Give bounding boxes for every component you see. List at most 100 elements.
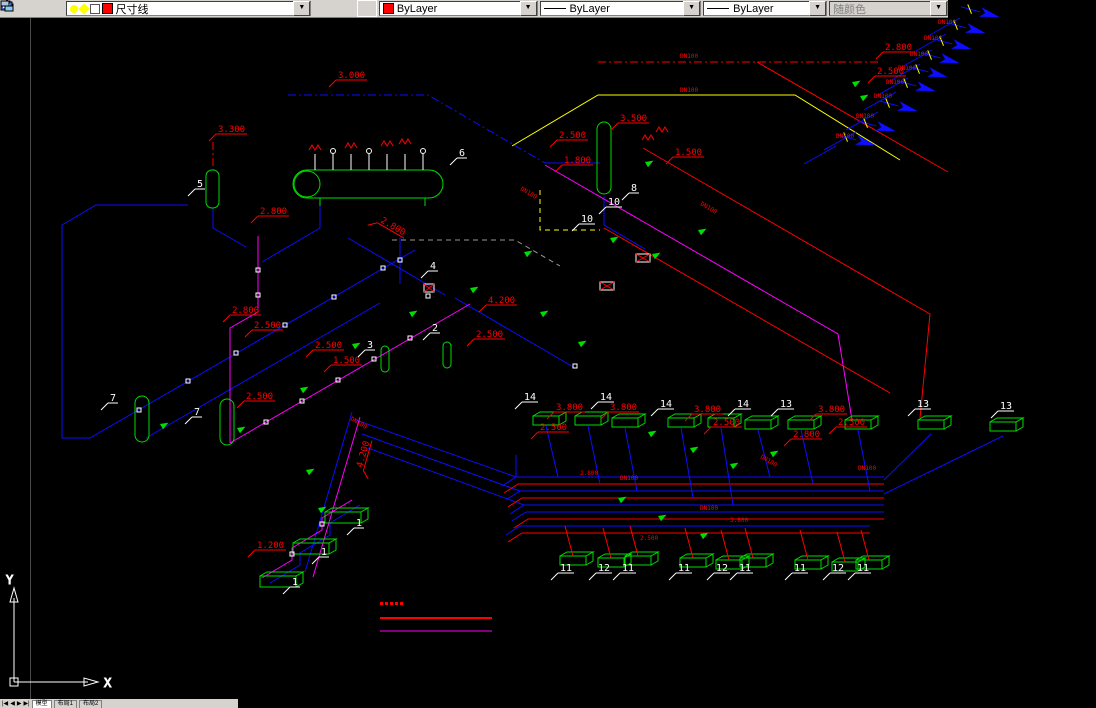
equipment-box [667,413,703,428]
tab-nav-first-icon[interactable]: |◀ [2,700,8,707]
tag-label: DN100 [886,79,904,86]
tag-label: DN100 [924,35,942,42]
callout-label: 12 [706,563,730,581]
elev-label: 2.500 [236,392,275,409]
svg-text:DN100: DN100 [759,454,778,469]
ucs-y-label: Y [6,573,14,587]
drawing-canvas[interactable]: Y X 3.0003.3002.8002.8002.8002.5002.5001… [0,0,1096,708]
svg-text:1: 1 [356,518,362,529]
flow-tick-icon [730,460,740,470]
flow-tick-icon [698,226,708,236]
current-color-swatch [382,3,394,14]
callout-label: 4 [420,261,438,279]
svg-text:12: 12 [598,563,610,574]
callout-label: 11 [729,563,753,581]
callout-label: 1 [311,547,329,565]
svg-text:10: 10 [581,214,593,225]
layer-combo-dropdown-button[interactable]: ▼ [293,1,311,16]
layer-manager-icon[interactable] [0,0,355,17]
elev-label: 1.500 [665,148,704,165]
color-value: ByLayer [396,2,438,15]
equipment-box [917,415,953,430]
hidden-lines-layer [392,239,561,267]
layer-thaw-sun-icon[interactable] [77,2,90,15]
svg-text:14: 14 [660,399,672,410]
callout-label: 3 [357,340,375,358]
callout-label: 14 [727,399,751,417]
layer-control-combo[interactable]: 尺寸线 ▼ [65,1,312,16]
flow-tick-icon [300,384,310,394]
svg-text:DN100: DN100 [700,505,718,512]
svg-text:11: 11 [560,563,572,574]
color-combo-dropdown-button[interactable]: ▼ [519,1,537,16]
plotstyle-combo-dropdown-button: ▼ [930,1,948,16]
svg-text:10: 10 [608,197,620,208]
color-control-combo[interactable]: ByLayer ▼ [378,1,538,16]
linetype-combo-dropdown-button[interactable]: ▼ [683,1,701,16]
callout-label: 14 [514,392,538,410]
tag-label: DN100 [858,465,876,472]
elev-label: 2.800 [367,216,407,239]
svg-text:1: 1 [292,577,298,588]
tab-nav-last-icon[interactable]: ▶| [23,700,29,707]
svg-text:DN100: DN100 [910,51,928,58]
callout-label: 5 [187,179,205,197]
tab-layout2[interactable]: 布局2 [78,699,103,708]
tab-layout1[interactable]: 布局1 [53,699,77,708]
flow-tick-icon [652,250,662,260]
svg-text:12: 12 [716,563,728,574]
lineweight-value: ByLayer [733,2,774,15]
equipment-box [574,411,610,426]
elev-label: 3.800 [600,403,639,420]
svg-text:7: 7 [194,407,200,418]
callout-label: 12 [588,563,612,581]
tag-label: DN100 [700,505,718,512]
tab-nav-prev-icon[interactable]: ◀ [10,700,15,707]
lineweight-control-combo[interactable]: ByLayer ▼ [703,1,828,16]
svg-text:DN100: DN100 [680,53,698,60]
flow-tick-icon [409,308,419,318]
elev-label: 3.300 [208,125,247,142]
flow-tick-icon [540,308,550,318]
make-object-layer-current-icon[interactable] [1,0,333,17]
equipment-box [611,413,647,428]
callout-label: 1 [282,577,300,595]
svg-text:DN100: DN100 [519,186,538,201]
svg-text:DN100: DN100 [349,416,368,431]
flow-tick-icon [860,92,870,102]
callout-label: 14 [650,399,674,417]
svg-text:14: 14 [737,399,749,410]
blue-pipes-layer [61,94,1004,584]
svg-text:13: 13 [1000,401,1012,412]
elev-label: 3.000 [328,71,367,88]
layer-on-bulb-icon[interactable] [69,4,78,13]
callout-label: 2 [422,323,440,341]
svg-text:11: 11 [857,563,869,574]
tab-model[interactable]: 模型 [31,699,52,708]
flow-tick-icon [700,530,710,540]
linetype-sample [543,8,566,9]
flow-tick-icon [658,512,668,522]
svg-text:6: 6 [459,148,465,159]
tab-nav-next-icon[interactable]: ▶ [17,700,22,707]
object-properties-toolbar: 尺寸线 ▼ ByLayer ▼ ByLayer ▼ ByLayer ▼ 随颜色 … [0,0,949,18]
elev-label: 2.500 [305,341,344,358]
tag-label: DN100 [874,93,892,100]
linetype-control-combo[interactable]: ByLayer ▼ [539,1,702,16]
svg-text:DN100: DN100 [886,79,904,86]
lineweight-combo-dropdown-button[interactable]: ▼ [809,1,827,16]
flow-direction-arrow-icon [959,1,1002,23]
callout-label: 7 [184,407,202,425]
layer-translate-icon[interactable] [0,0,377,17]
equipment-box [787,415,823,430]
svg-text:DN100: DN100 [699,201,718,216]
linetype-value: ByLayer [569,2,610,15]
tag-label: DN100 [699,201,718,216]
layer-states-icon[interactable] [0,0,42,17]
layer-previous-icon[interactable] [0,0,64,17]
lineweight-sample [707,8,730,9]
tag-label: DN100 [680,87,698,94]
layer-lock-icon[interactable] [89,3,100,14]
flow-tick-icon [578,338,588,348]
svg-text:13: 13 [917,399,929,410]
